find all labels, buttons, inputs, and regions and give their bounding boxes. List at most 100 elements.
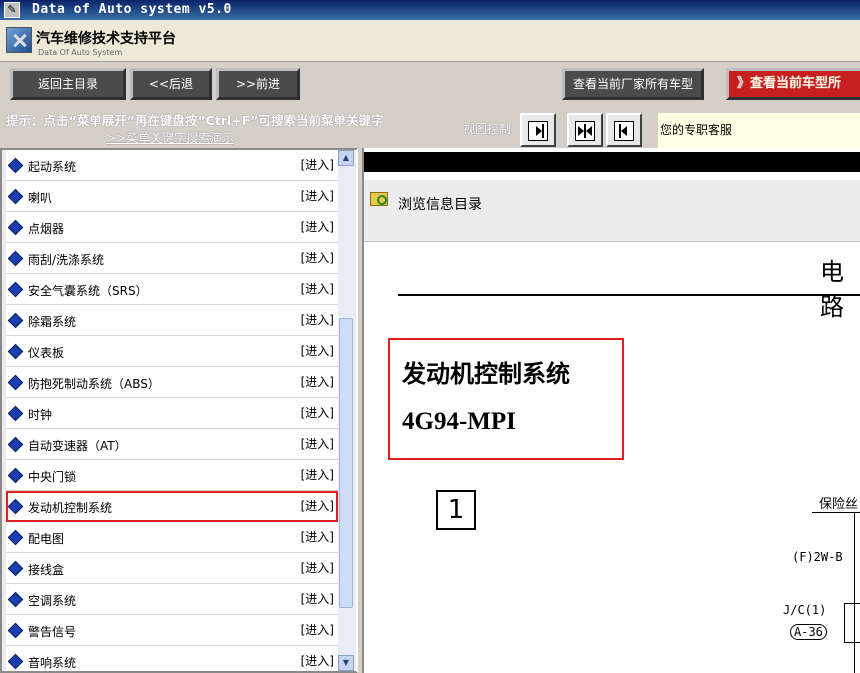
system-highlight-box: 发动机控制系统 4G94-MPI <box>388 338 624 460</box>
enter-link[interactable]: [进入] <box>301 652 334 669</box>
enter-link[interactable]: [进入] <box>301 218 334 235</box>
section-number: 1 <box>436 490 476 530</box>
enter-link[interactable]: [进入] <box>301 156 334 173</box>
document-rule <box>398 294 860 296</box>
search-demo-link[interactable]: >>菜单关键字搜索演示 <box>106 129 234 146</box>
enter-link[interactable]: [进入] <box>301 621 334 638</box>
enter-link[interactable]: [进入] <box>301 404 334 421</box>
menu-item-label: 音响系统 <box>28 656 77 670</box>
menu-item[interactable]: 雨刮/洗涤系统 [进入] <box>6 243 338 274</box>
split-arrows-icon <box>575 121 595 141</box>
menu-item[interactable]: 空调系统 [进入] <box>6 584 338 615</box>
hint-strip: 提示：点击“菜单展开”再在键盘按“Ctrl+F”可搜索当前菜单关键字 >>菜单关… <box>0 106 860 153</box>
system-name: 发动机控制系统 <box>402 359 570 388</box>
window-title: Data of Auto system v5.0 <box>32 2 232 17</box>
browse-directory-bar[interactable]: 浏览信息目录 <box>364 180 860 242</box>
diagram-wire <box>812 512 860 513</box>
current-model-button[interactable]: 》查看当前车型所 <box>726 68 860 100</box>
book-bullet-icon <box>7 188 24 205</box>
enter-link[interactable]: [进入] <box>301 373 334 390</box>
f2w-label: (F)2W-B <box>792 550 843 564</box>
enter-link[interactable]: [进入] <box>301 311 334 328</box>
back-button[interactable]: <<后退 <box>130 68 212 100</box>
forward-button[interactable]: >>前进 <box>216 68 300 100</box>
menu-item-label: 防抱死制动系统（ABS） <box>28 377 160 391</box>
menu-item[interactable]: 发动机控制系统 [进入] <box>6 491 338 522</box>
book-bullet-icon <box>7 498 24 515</box>
menu-item-label: 起动系统 <box>28 160 77 174</box>
book-bullet-icon <box>7 653 24 670</box>
fuse-label: 保险丝 <box>819 497 859 512</box>
enter-link[interactable]: [进入] <box>301 435 334 452</box>
enter-link[interactable]: [进入] <box>301 187 334 204</box>
diagram-wire <box>854 513 855 673</box>
engine-model: 4G94-MPI <box>402 408 516 435</box>
menu-item[interactable]: 喇叭 [进入] <box>6 181 338 212</box>
book-bullet-icon <box>7 250 24 267</box>
book-bullet-icon <box>7 622 24 639</box>
book-bullet-icon <box>7 312 24 329</box>
book-bullet-icon <box>7 467 24 484</box>
menu-item[interactable]: 点烟器 [进入] <box>6 212 338 243</box>
arrow-left-icon <box>614 121 634 141</box>
book-bullet-icon <box>7 405 24 422</box>
app-header: 汽车维修技术支持平台 Data Of Auto System <box>0 20 860 62</box>
menu-item-label: 发动机控制系统 <box>28 501 113 515</box>
enter-link[interactable]: [进入] <box>301 466 334 483</box>
menu-item-label: 点烟器 <box>28 222 65 236</box>
app-title: 汽车维修技术支持平台 <box>36 31 176 47</box>
menu-item[interactable]: 音响系统 [进入] <box>6 646 338 671</box>
menu-item[interactable]: 自动变速器（AT） [进入] <box>6 429 338 460</box>
content-black-bar <box>364 152 860 172</box>
view-split-button[interactable] <box>567 113 603 147</box>
view-expand-left-button[interactable] <box>606 113 642 147</box>
menu-item[interactable]: 中央门锁 [进入] <box>6 460 338 491</box>
menu-item[interactable]: 安全气囊系统（SRS） [进入] <box>6 274 338 305</box>
scroll-thumb[interactable] <box>339 318 353 608</box>
menu-item[interactable]: 接线盒 [进入] <box>6 553 338 584</box>
folder-search-icon <box>370 192 388 206</box>
enter-link[interactable]: [进入] <box>301 559 334 576</box>
book-bullet-icon <box>7 436 24 453</box>
content-panel: 浏览信息目录 电路 发动机控制系统 4G94-MPI 1 保险丝 (F)2W-B… <box>362 148 860 673</box>
enter-link[interactable]: [进入] <box>301 497 334 514</box>
menu-item-label: 警告信号 <box>28 625 77 639</box>
browse-directory-label: 浏览信息目录 <box>398 197 482 213</box>
enter-link[interactable]: [进入] <box>301 342 334 359</box>
menu-item[interactable]: 除霜系统 [进入] <box>6 305 338 336</box>
menu-item[interactable]: 起动系统 [进入] <box>6 150 338 181</box>
book-bullet-icon <box>7 157 24 174</box>
maker-models-button[interactable]: 查看当前厂家所有车型 <box>562 68 704 100</box>
home-button[interactable]: 返回主目录 <box>10 68 126 100</box>
menu-item[interactable]: 仪表板 [进入] <box>6 336 338 367</box>
book-bullet-icon <box>7 219 24 236</box>
menu-panel: 起动系统 [进入] 喇叭 [进入] 点烟器 [进入] 雨刮/洗涤系统 [进入] 安全气囊系统（S… <box>0 148 358 673</box>
menu-item-label: 雨刮/洗涤系统 <box>28 253 105 267</box>
enter-link[interactable]: [进入] <box>301 528 334 545</box>
connector-a36-label: A-36 <box>790 624 827 640</box>
menu-item[interactable]: 配电图 [进入] <box>6 522 338 553</box>
book-bullet-icon <box>7 560 24 577</box>
scroll-up-icon[interactable]: ▲ <box>338 150 354 166</box>
menu-item-label: 接线盒 <box>28 563 65 577</box>
menu-item[interactable]: 时钟 [进入] <box>6 398 338 429</box>
menu-item-label: 配电图 <box>28 532 65 546</box>
app-icon: ✎ <box>4 2 20 18</box>
view-expand-right-button[interactable] <box>520 113 556 147</box>
menu-item-label: 除霜系统 <box>28 315 77 329</box>
hint-text: 提示：点击“菜单展开”再在键盘按“Ctrl+F”可搜索当前菜单关键字 <box>6 113 384 128</box>
menu-item-label: 安全气囊系统（SRS） <box>28 284 148 298</box>
app-subtitle: Data Of Auto System <box>38 48 123 57</box>
wrench-logo-icon <box>6 27 32 53</box>
menu-item-label: 时钟 <box>28 408 53 422</box>
enter-link[interactable]: [进入] <box>301 590 334 607</box>
menu-item-label: 自动变速器（AT） <box>28 439 127 453</box>
enter-link[interactable]: [进入] <box>301 280 334 297</box>
scroll-down-icon[interactable]: ▼ <box>338 655 354 671</box>
menu-item[interactable]: 防抱死制动系统（ABS） [进入] <box>6 367 338 398</box>
diagram-wire <box>844 603 860 643</box>
toolbar: 返回主目录 <<后退 >>前进 查看当前厂家所有车型 》查看当前车型所 <box>0 62 860 106</box>
enter-link[interactable]: [进入] <box>301 249 334 266</box>
menu-item[interactable]: 警告信号 [进入] <box>6 615 338 646</box>
menu-scrollbar[interactable]: ▲ ▼ <box>338 150 354 671</box>
